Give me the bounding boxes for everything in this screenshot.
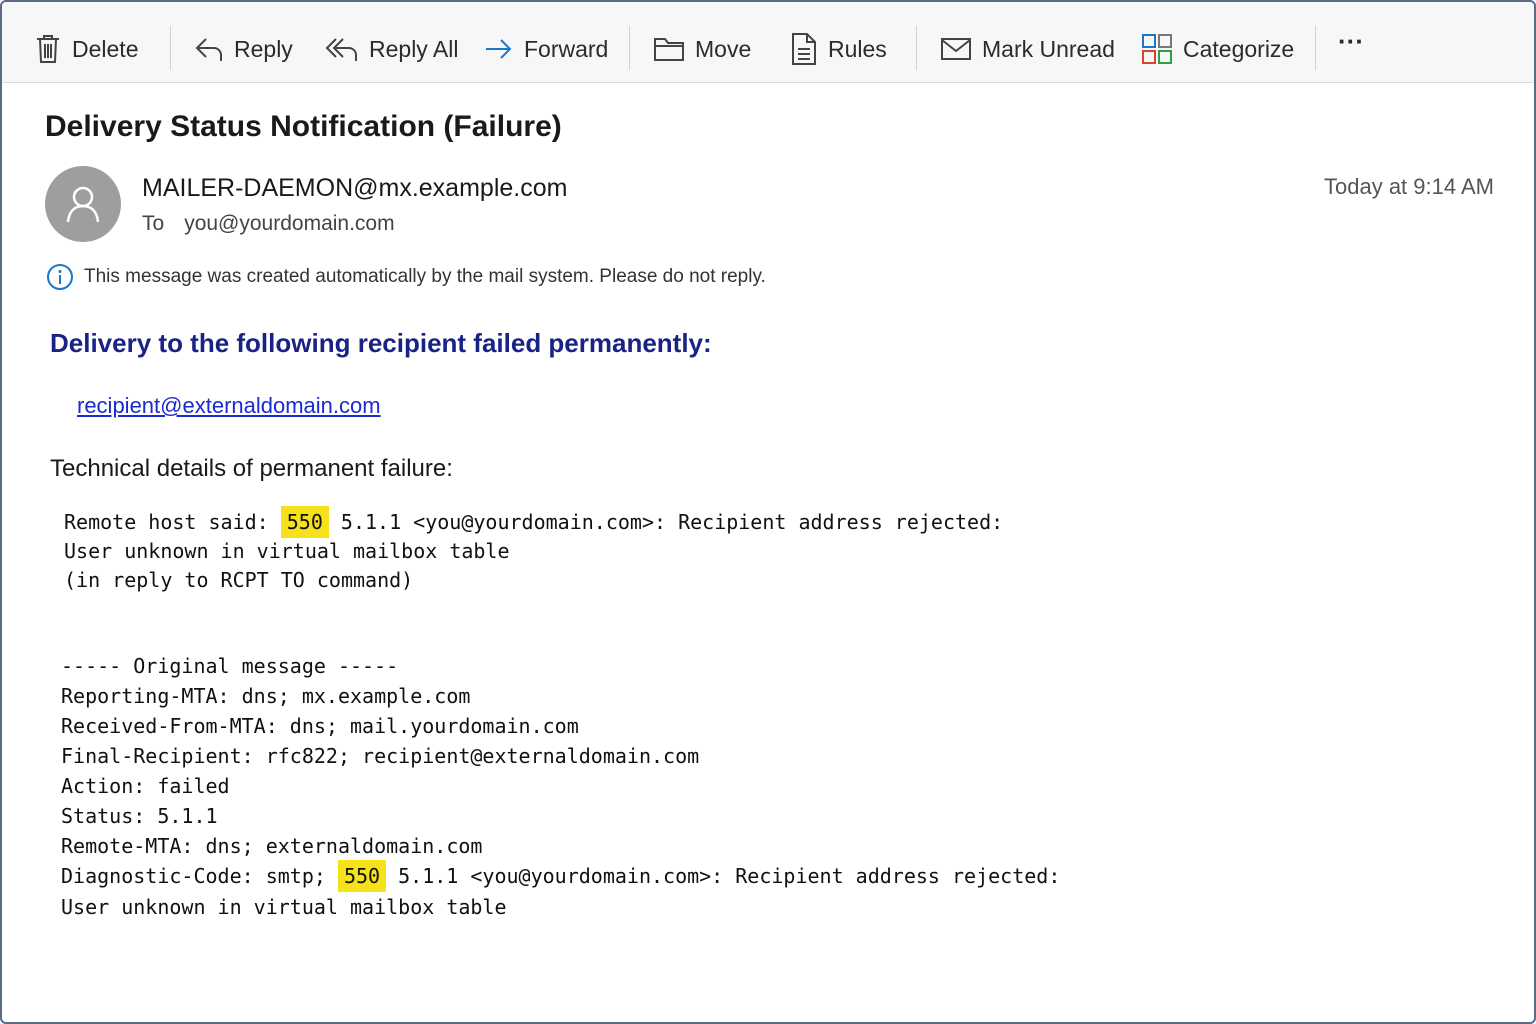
categorize-label: Categorize bbox=[1183, 35, 1295, 62]
categorize-icon bbox=[1142, 34, 1172, 64]
toolbar-divider bbox=[170, 26, 171, 70]
rules-button[interactable]: Rules bbox=[790, 24, 887, 74]
notice-text: This message was created automatically b… bbox=[84, 266, 766, 287]
diagnostic-suffix: 5.1.1 <you@yourdomain.com>: Recipient ad… bbox=[386, 864, 1061, 888]
forward-arrow-icon bbox=[486, 39, 512, 59]
reply-icon bbox=[195, 38, 222, 61]
action-line: Action: failed bbox=[61, 774, 230, 798]
more-options-button[interactable]: ··· bbox=[1338, 16, 1364, 66]
move-label: Move bbox=[695, 35, 752, 62]
message-window: Delete Reply Reply All Forward Move Rule… bbox=[0, 0, 1536, 1024]
delete-label: Delete bbox=[72, 35, 139, 62]
diagnostic-code-line: Diagnostic-Code: smtp; 550 5.1.1 <you@yo… bbox=[61, 860, 1061, 892]
error-code-highlight: 550 bbox=[280, 506, 329, 538]
forward-button[interactable]: Forward bbox=[484, 24, 608, 74]
diagnostic-code-highlight: 550 bbox=[337, 860, 387, 892]
technical-details-heading: Technical details of permanent failure: bbox=[50, 455, 453, 482]
reply-all-label: Reply All bbox=[369, 35, 459, 62]
message-date: Today at 9:14 AM bbox=[1324, 174, 1494, 199]
more-icon: ··· bbox=[1338, 25, 1364, 56]
envelope-icon bbox=[941, 38, 971, 60]
sender-address[interactable]: MAILER-DAEMON@mx.example.com bbox=[142, 174, 567, 203]
toolbar-divider bbox=[1315, 26, 1316, 70]
final-recipient-line: Final-Recipient: rfc822; recipient@exter… bbox=[61, 744, 700, 768]
reply-all-icon bbox=[325, 38, 357, 61]
info-icon bbox=[47, 264, 73, 290]
remote-host-line-2: User unknown in virtual mailbox table bbox=[64, 539, 510, 563]
categorize-button[interactable]: Categorize bbox=[1141, 24, 1294, 74]
toolbar-divider bbox=[916, 26, 917, 70]
person-icon bbox=[66, 186, 100, 223]
received-from-mta-line: Received-From-MTA: dns; mail.yourdomain.… bbox=[61, 714, 579, 738]
reporting-mta-line: Reporting-MTA: dns; mx.example.com bbox=[61, 684, 471, 708]
recipient-link[interactable]: recipient@externaldomain.com bbox=[77, 393, 381, 419]
avatar bbox=[45, 166, 121, 242]
mark-unread-button[interactable]: Mark Unread bbox=[940, 24, 1115, 74]
reply-button[interactable]: Reply bbox=[194, 24, 293, 74]
diagnostic-line-2: User unknown in virtual mailbox table bbox=[61, 895, 507, 919]
mark-unread-label: Mark Unread bbox=[982, 35, 1115, 62]
toolbar: Delete Reply Reply All Forward Move Rule… bbox=[2, 2, 1534, 83]
delete-button[interactable]: Delete bbox=[34, 24, 138, 74]
recipient-row: To you@yourdomain.com bbox=[142, 212, 395, 236]
rules-label: Rules bbox=[828, 35, 887, 62]
reply-label: Reply bbox=[234, 35, 293, 62]
trash-icon bbox=[37, 35, 59, 63]
rules-document-icon bbox=[792, 33, 816, 65]
reply-all-button[interactable]: Reply All bbox=[325, 24, 458, 74]
remote-mta-line: Remote-MTA: dns; externaldomain.com bbox=[61, 834, 483, 858]
remote-host-prefix: Remote host said: bbox=[64, 510, 281, 534]
diagnostic-prefix: Diagnostic-Code: smtp; bbox=[61, 864, 338, 888]
failure-heading: Delivery to the following recipient fail… bbox=[50, 328, 712, 358]
remote-host-line-3: (in reply to RCPT TO command) bbox=[64, 568, 414, 592]
to-label: To bbox=[142, 212, 165, 235]
original-message-header: ----- Original message ----- bbox=[61, 654, 399, 678]
forward-label: Forward bbox=[524, 35, 609, 62]
auto-notice: This message was created automatically b… bbox=[46, 263, 766, 291]
message-subject: Delivery Status Notification (Failure) bbox=[45, 110, 562, 143]
to-address[interactable]: you@yourdomain.com bbox=[184, 212, 394, 235]
remote-host-line: Remote host said: 550 5.1.1 <you@yourdom… bbox=[64, 506, 1004, 538]
remote-host-suffix: 5.1.1 <you@yourdomain.com>: Recipient ad… bbox=[328, 510, 1004, 534]
move-button[interactable]: Move bbox=[653, 24, 751, 74]
toolbar-divider bbox=[629, 26, 630, 70]
status-line: Status: 5.1.1 bbox=[61, 804, 218, 828]
folder-icon bbox=[654, 38, 684, 61]
